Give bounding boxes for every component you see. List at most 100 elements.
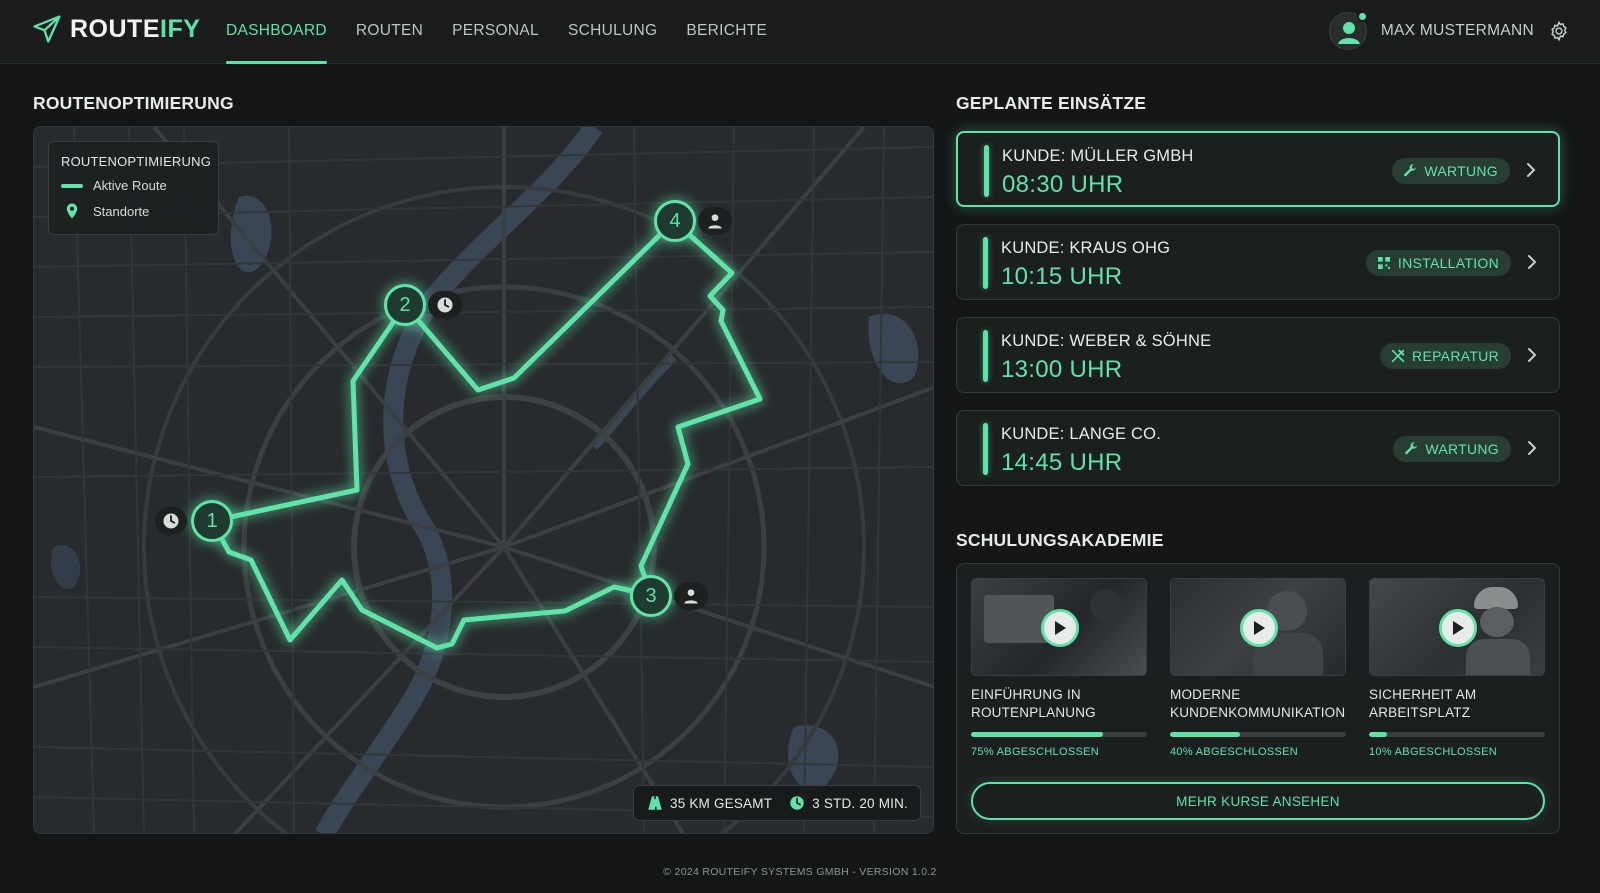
nav-item-schulung[interactable]: SCHULUNG xyxy=(568,0,657,64)
academy-panel: EINFÜHRUNG IN ROUTENPLANUNG 75% ABGESCHL… xyxy=(956,563,1560,834)
course-progress-fill xyxy=(1170,732,1241,737)
main-nav: DASHBOARD ROUTEN PERSONAL SCHULUNG BERIC… xyxy=(226,0,767,64)
play-icon[interactable] xyxy=(1041,609,1079,647)
course-title: MODERNE KUNDENKOMMUNIKATION xyxy=(1170,687,1346,720)
online-status-dot xyxy=(1356,11,1368,22)
course-thumbnail[interactable] xyxy=(1170,578,1346,676)
route-distance-text: 35 KM GESAMT xyxy=(669,795,773,811)
appointment-customer: KUNDE: WEBER & SÖHNE xyxy=(1001,332,1212,350)
appointment-card-1[interactable]: KUNDE: MÜLLER GMBH 08:30 UHR WARTUNG xyxy=(956,131,1560,207)
location-pin-icon xyxy=(66,203,78,219)
stop-number: 3 xyxy=(645,584,657,607)
chevron-right-icon xyxy=(1528,348,1537,362)
chevron-right-icon xyxy=(1528,255,1537,269)
gear-icon[interactable] xyxy=(1548,20,1570,42)
map-legend: ROUTENOPTIMIERUNG Aktive Route Standorte xyxy=(48,141,219,235)
stop-number: 2 xyxy=(399,293,411,316)
nav-item-dashboard[interactable]: DASHBOARD xyxy=(226,0,327,64)
course-progress-fill xyxy=(1369,732,1387,737)
route-duration-text: 3 STD. 20 MIN. xyxy=(812,795,908,811)
legend-title: ROUTENOPTIMIERUNG xyxy=(61,154,212,169)
appointment-customer: KUNDE: KRAUS OHG xyxy=(1001,239,1171,257)
service-type-label: INSTALLATION xyxy=(1397,255,1499,271)
service-type-label: REPARATUR xyxy=(1412,348,1499,364)
top-bar: ROUTEIFY DASHBOARD ROUTEN PERSONAL SCHUL… xyxy=(0,0,1600,64)
nav-item-personal[interactable]: PERSONAL xyxy=(452,0,539,64)
appointment-accent-bar xyxy=(983,423,988,475)
appointment-time: 13:00 UHR xyxy=(1001,356,1123,383)
legend-label-locations: Standorte xyxy=(93,203,150,219)
service-type-badge: WARTUNG xyxy=(1392,158,1510,184)
course-title: EINFÜHRUNG IN ROUTENPLANUNG xyxy=(971,687,1096,720)
course-thumbnail[interactable] xyxy=(971,578,1147,676)
service-type-badge: REPARATUR xyxy=(1380,343,1511,369)
play-icon[interactable] xyxy=(1240,609,1278,647)
course-card-3[interactable]: SICHERHEIT AM ARBEITSPLATZ 10% ABGESCHLO… xyxy=(1369,578,1545,758)
route-stop-2[interactable]: 2 xyxy=(384,284,426,326)
clock-icon xyxy=(155,507,187,535)
course-card-2[interactable]: MODERNE KUNDENKOMMUNIKATION 40% ABGESCHL… xyxy=(1170,578,1346,758)
wrench-icon xyxy=(1405,442,1418,455)
app-logo-text: ROUTEIFY xyxy=(70,14,201,43)
appointment-accent-bar xyxy=(983,237,988,289)
chevron-right-icon xyxy=(1527,163,1536,177)
course-title: SICHERHEIT AM ARBEITSPLATZ xyxy=(1369,687,1477,720)
appointment-card-3[interactable]: KUNDE: WEBER & SÖHNE 13:00 UHR REPARATUR xyxy=(956,317,1560,393)
clock-icon xyxy=(790,796,804,810)
stop-number: 4 xyxy=(669,209,681,232)
route-stats-bar: 35 KM GESAMT 3 STD. 20 MIN. xyxy=(632,785,921,821)
user-menu[interactable]: MAX MUSTERMANN xyxy=(1328,11,1570,50)
course-progress-label: 40% ABGESCHLOSSEN xyxy=(1170,746,1298,758)
person-icon xyxy=(674,582,708,610)
route-stop-4[interactable]: 4 xyxy=(654,200,696,242)
route-stop-3[interactable]: 3 xyxy=(630,575,672,617)
stop-number: 1 xyxy=(206,509,218,532)
more-courses-button[interactable]: MEHR KURSE ANSEHEN xyxy=(971,782,1545,820)
appointment-customer: KUNDE: LANGE CO. xyxy=(1001,425,1161,443)
course-progress-label: 75% ABGESCHLOSSEN xyxy=(971,746,1099,758)
course-progress-bar xyxy=(971,732,1147,737)
appointment-time: 08:30 UHR xyxy=(1002,171,1124,198)
service-type-badge: WARTUNG xyxy=(1393,436,1511,462)
academy-section-title: SCHULUNGSAKADEMIE xyxy=(956,530,1164,550)
appointment-time: 10:15 UHR xyxy=(1001,263,1123,290)
legend-label-active-route: Aktive Route xyxy=(93,178,167,193)
course-card-1[interactable]: EINFÜHRUNG IN ROUTENPLANUNG 75% ABGESCHL… xyxy=(971,578,1147,758)
course-progress-bar xyxy=(1170,732,1346,737)
route-map[interactable]: ROUTENOPTIMIERUNG Aktive Route Standorte… xyxy=(33,126,934,834)
route-stop-1[interactable]: 1 xyxy=(191,500,233,542)
route-duration: 3 STD. 20 MIN. xyxy=(788,794,908,812)
grid-icon xyxy=(1377,257,1390,269)
legend-row-locations: Standorte xyxy=(61,202,206,220)
service-type-label: WARTUNG xyxy=(1425,441,1499,457)
appointment-card-2[interactable]: KUNDE: KRAUS OHG 10:15 UHR INSTALLATION xyxy=(956,224,1560,300)
course-thumbnail[interactable] xyxy=(1369,578,1545,676)
person-icon xyxy=(698,207,732,235)
chevron-right-icon xyxy=(1528,441,1537,455)
nav-item-berichte[interactable]: BERICHTE xyxy=(686,0,767,64)
service-type-badge: INSTALLATION xyxy=(1365,250,1511,276)
tools-icon xyxy=(1391,349,1405,363)
play-icon[interactable] xyxy=(1439,609,1477,647)
user-name: MAX MUSTERMANN xyxy=(1380,22,1534,39)
clock-icon xyxy=(428,291,462,319)
road-icon xyxy=(648,796,662,810)
course-progress-bar xyxy=(1369,732,1545,737)
wrench-icon xyxy=(1404,164,1417,177)
course-progress-label: 10% ABGESCHLOSSEN xyxy=(1369,746,1497,758)
app-logo[interactable]: ROUTEIFY xyxy=(32,14,200,44)
appointment-accent-bar xyxy=(983,330,988,382)
legend-row-active-route: Aktive Route xyxy=(61,178,206,193)
service-type-label: WARTUNG xyxy=(1424,163,1498,179)
appointments-section-title: GEPLANTE EINSÄTZE xyxy=(956,93,1147,113)
appointment-time: 14:45 UHR xyxy=(1001,449,1123,476)
appointment-card-4[interactable]: KUNDE: LANGE CO. 14:45 UHR WARTUNG xyxy=(956,410,1560,486)
route-distance: 35 KM GESAMT xyxy=(646,794,772,812)
appointment-customer: KUNDE: MÜLLER GMBH xyxy=(1002,147,1194,165)
paper-plane-icon xyxy=(33,15,61,43)
nav-item-routen[interactable]: ROUTEN xyxy=(356,0,423,64)
user-avatar-icon[interactable] xyxy=(1328,11,1368,50)
route-section-title: ROUTENOPTIMIERUNG xyxy=(33,93,234,113)
appointment-accent-bar xyxy=(984,145,989,197)
route-line-swatch xyxy=(61,183,83,188)
